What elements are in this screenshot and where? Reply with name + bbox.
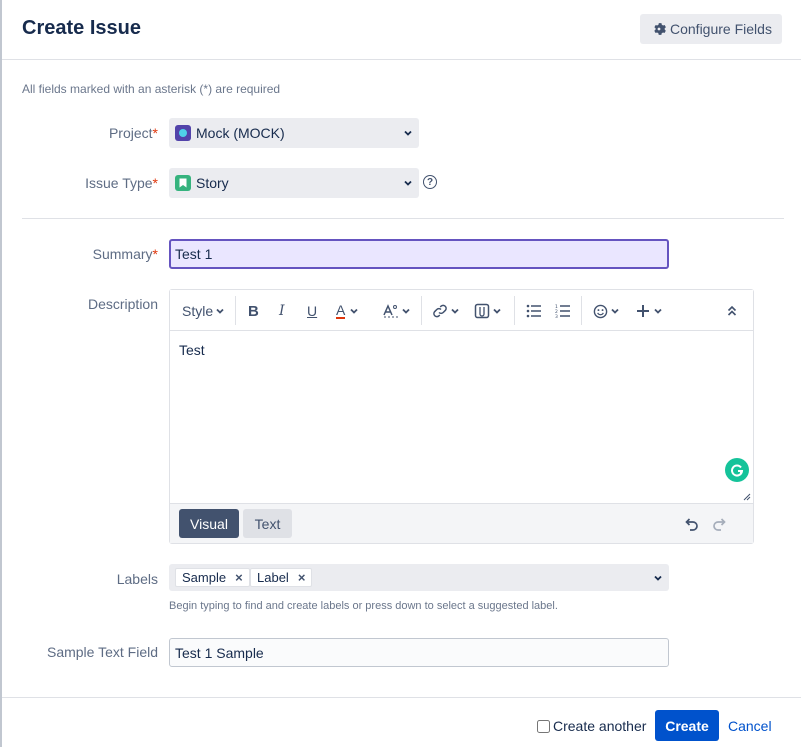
project-label-text: Project (108, 125, 153, 141)
insert-more-icon[interactable] (636, 300, 663, 322)
create-another-checkbox[interactable] (537, 719, 550, 733)
dialog-header: Create Issue Configure Fields (2, 0, 801, 60)
link-icon[interactable] (432, 300, 460, 322)
text-effects-icon[interactable] (383, 300, 411, 322)
sample-text-field-input[interactable]: Test 1 Sample (169, 638, 669, 667)
text-mode-tab[interactable]: Text (243, 509, 292, 538)
issue-type-select[interactable]: Story (169, 168, 419, 198)
required-note: All fields marked with an asterisk (*) a… (22, 82, 281, 96)
style-label: Style (182, 303, 214, 319)
create-another-option[interactable]: Create another (537, 718, 646, 734)
redo-icon[interactable] (712, 516, 728, 532)
issue-type-label-text: Issue Type (85, 175, 153, 191)
project-value: Mock (MOCK) (196, 125, 285, 141)
remove-label-icon[interactable]: × (235, 570, 243, 585)
project-label: Project* (109, 125, 158, 141)
label-tag: Label × (250, 568, 313, 587)
label-tag: Sample × (175, 568, 250, 587)
summary-label: Summary* (93, 246, 158, 262)
labels-hint: Begin typing to find and create labels o… (169, 600, 558, 612)
description-content[interactable]: Test (179, 342, 205, 358)
label-tag-text: Sample (182, 570, 227, 585)
story-icon (175, 175, 191, 191)
required-asterisk: * (152, 125, 158, 141)
issue-type-value: Story (196, 175, 229, 191)
attachment-icon[interactable] (474, 300, 502, 322)
toolbar-separator (581, 296, 582, 325)
dialog-footer: Create another Create Cancel (2, 697, 801, 747)
summary-label-text: Summary (92, 246, 153, 262)
svg-text:3: 3 (555, 314, 558, 318)
required-asterisk: * (152, 246, 158, 262)
collapse-toolbar-icon[interactable] (727, 300, 737, 322)
editor-footer: Visual Text (170, 503, 753, 543)
chevron-down-icon (404, 180, 412, 186)
italic-icon[interactable]: I (279, 300, 285, 322)
underline-icon[interactable]: U (307, 300, 317, 322)
editor-toolbar: Style B I U A 1 2 3 (170, 290, 753, 331)
description-editor: Style B I U A 1 2 3 Test Visual Text (169, 289, 754, 544)
configure-fields-label: Configure Fields (670, 21, 772, 37)
dialog-title: Create Issue (22, 17, 141, 39)
chevron-down-icon[interactable] (653, 573, 663, 583)
summary-input[interactable]: Test 1 (169, 239, 669, 269)
configure-fields-button[interactable]: Configure Fields (640, 14, 782, 44)
create-issue-dialog: Create Issue Configure Fields All fields… (0, 0, 801, 747)
cancel-link[interactable]: Cancel (728, 718, 772, 734)
create-button[interactable]: Create (655, 710, 719, 741)
grammarly-icon[interactable] (725, 458, 749, 482)
visual-mode-tab[interactable]: Visual (179, 509, 239, 538)
label-tag-text: Label (257, 570, 289, 585)
description-label: Description (87, 296, 158, 312)
bullet-list-icon[interactable] (526, 300, 542, 322)
labels-label: Labels (116, 571, 158, 587)
gear-icon (654, 23, 666, 35)
labels-input[interactable]: Sample × Label × (169, 564, 669, 591)
chevron-down-icon (216, 308, 224, 314)
issue-type-label: Issue Type* (85, 175, 158, 191)
toolbar-separator (421, 296, 422, 325)
section-divider (22, 218, 784, 219)
project-avatar-icon (175, 125, 191, 141)
project-select[interactable]: Mock (MOCK) (169, 118, 419, 148)
text-color-icon[interactable]: A (336, 300, 359, 322)
undo-icon[interactable] (683, 516, 699, 532)
help-icon[interactable]: ? (423, 175, 437, 189)
required-asterisk: * (152, 175, 158, 191)
bold-icon[interactable]: B (248, 300, 259, 322)
numbered-list-icon[interactable]: 123 (555, 300, 571, 322)
emoji-icon[interactable] (593, 300, 620, 322)
chevron-down-icon (404, 130, 412, 136)
sample-text-field-label: Sample Text Field (46, 644, 158, 660)
toolbar-separator (235, 296, 236, 325)
remove-label-icon[interactable]: × (298, 570, 306, 585)
create-another-label: Create another (553, 718, 647, 734)
style-dropdown[interactable]: Style (182, 300, 225, 322)
toolbar-separator (514, 296, 515, 325)
resize-handle-icon[interactable] (743, 493, 751, 501)
